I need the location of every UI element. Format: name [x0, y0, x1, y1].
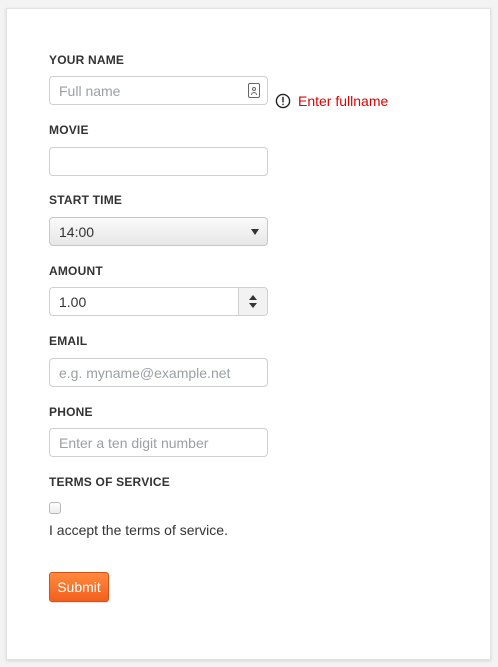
name-error-message: Enter fullname: [298, 93, 389, 109]
your-name-label: YOUR NAME: [49, 53, 125, 67]
phone-placeholder: Enter a ten digit number: [59, 435, 209, 451]
amount-label: AMOUNT: [49, 264, 103, 278]
amount-spinner[interactable]: [238, 288, 267, 315]
chevron-down-icon: [251, 229, 259, 235]
start-time-select[interactable]: 14:00: [49, 217, 268, 246]
your-name-placeholder: Full name: [59, 83, 121, 99]
arrow-down-icon[interactable]: [249, 303, 257, 308]
contact-card-icon: [248, 83, 260, 98]
submit-button[interactable]: Submit: [49, 572, 109, 602]
start-time-value: 14:00: [59, 224, 95, 240]
movie-input[interactable]: [49, 147, 268, 176]
amount-input[interactable]: 1.00: [49, 287, 268, 316]
name-error: Enter fullname: [275, 92, 388, 110]
start-time-label: START TIME: [49, 193, 123, 207]
amount-value: 1.00: [59, 294, 87, 310]
arrow-up-icon[interactable]: [249, 295, 257, 300]
email-input[interactable]: e.g. myname@example.net: [49, 358, 268, 387]
form-card: YOUR NAME Full name Enter fullname MOVIE…: [6, 8, 491, 660]
email-label: EMAIL: [49, 334, 88, 348]
terms-text: I accept the terms of service.: [49, 522, 228, 538]
movie-label: MOVIE: [49, 123, 89, 137]
email-placeholder: e.g. myname@example.net: [59, 365, 231, 381]
terms-label: TERMS OF SERVICE: [49, 475, 170, 489]
your-name-input[interactable]: Full name: [49, 76, 268, 105]
terms-checkbox[interactable]: [49, 502, 61, 514]
phone-label: PHONE: [49, 405, 93, 419]
phone-input[interactable]: Enter a ten digit number: [49, 428, 268, 457]
exclamation-circle-icon: [275, 93, 291, 109]
